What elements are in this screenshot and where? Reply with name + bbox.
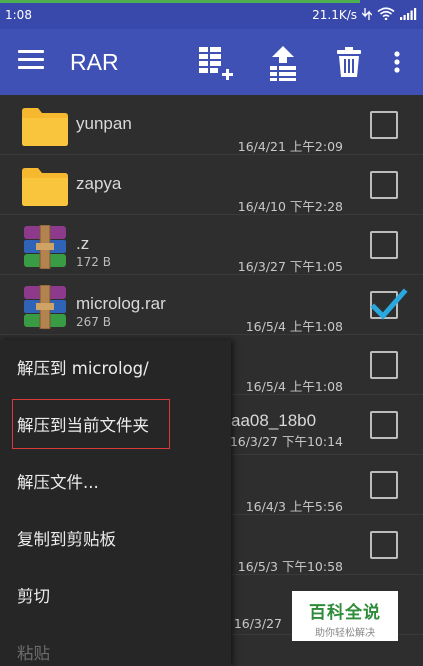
file-date: 16/5/3 下午10:58 [237, 559, 343, 574]
menu-extract-files[interactable]: 解压文件... [0, 454, 231, 511]
folder-icon [20, 165, 70, 207]
more-icon[interactable] [393, 51, 401, 77]
status-right-group: 21.1K/s [312, 7, 417, 23]
status-bar: 1:08 21.1K/s [0, 0, 423, 29]
menu-paste: 粘贴 [17, 644, 50, 663]
extract-icon[interactable] [266, 45, 300, 85]
app-toolbar: RAR [0, 29, 423, 95]
select-checkbox[interactable] [370, 288, 408, 320]
context-menu: 解压到 microlog/ 解压到当前文件夹 解压文件... 复制到剪贴板 剪切… [0, 340, 231, 666]
wifi-icon [377, 7, 395, 23]
checkmark-icon [370, 288, 408, 320]
select-checkbox[interactable] [370, 471, 398, 499]
file-date: 16/4/3 上午5:56 [245, 499, 343, 514]
net-speed: 21.1K/s [312, 8, 357, 22]
file-date: 16/3/27 下午1:05 [237, 259, 343, 274]
select-checkbox[interactable] [370, 351, 398, 379]
file-name: aa08_18b0 [231, 411, 317, 430]
watermark-subtitle: 助你轻松解决 [315, 628, 375, 639]
add-to-archive-icon[interactable] [197, 45, 237, 85]
file-size: 267 B [76, 315, 111, 329]
list-item[interactable]: .z 172 B 16/3/27 下午1:05 [0, 215, 423, 275]
menu-copy-to-clipboard[interactable]: 复制到剪贴板 [0, 511, 231, 568]
file-name: .z [76, 234, 90, 253]
list-item[interactable]: microlog.rar 267 B 16/5/4 上午1:08 [0, 275, 423, 335]
select-checkbox[interactable] [370, 231, 398, 259]
menu-cut[interactable]: 剪切 [0, 568, 231, 625]
folder-icon [20, 105, 70, 147]
status-time: 1:08 [5, 8, 32, 22]
screen: { "status_bar": { "time": "1:08", "net_s… [0, 0, 423, 666]
watermark-title: 百科全说 [309, 603, 381, 623]
signal-icon [400, 7, 417, 23]
app-title: RAR [70, 49, 119, 75]
file-date: 16/4/10 下午2:28 [237, 199, 343, 214]
rar-archive-icon [20, 284, 70, 330]
file-date: 16/3/27 [233, 616, 282, 631]
delete-icon[interactable] [337, 47, 361, 81]
select-checkbox[interactable] [370, 111, 398, 139]
file-size: 172 B [76, 255, 111, 269]
file-name: zapya [76, 174, 122, 193]
file-name: microlog.rar [76, 294, 166, 313]
file-date: 16/4/21 上午2:09 [237, 139, 343, 154]
select-checkbox[interactable] [370, 531, 398, 559]
file-date: 16/3/27 下午10:14 [229, 434, 343, 449]
download-progress-bar [0, 0, 360, 3]
file-date: 16/5/4 上午1:08 [245, 319, 343, 334]
select-checkbox[interactable] [370, 171, 398, 199]
list-item[interactable]: yunpan 16/4/21 上午2:09 [0, 95, 423, 155]
upload-download-icon [361, 7, 373, 23]
highlight-box [12, 399, 170, 449]
file-name: yunpan [76, 114, 132, 133]
list-item[interactable]: zapya 16/4/10 下午2:28 [0, 155, 423, 215]
select-checkbox[interactable] [370, 411, 398, 439]
menu-icon[interactable] [18, 50, 44, 74]
watermark-logo: 百科全说 助你轻松解决 [292, 591, 398, 641]
menu-extract-to-folder[interactable]: 解压到 microlog/ [0, 340, 231, 397]
rar-archive-icon [20, 224, 70, 270]
file-date: 16/5/4 上午1:08 [245, 379, 343, 394]
